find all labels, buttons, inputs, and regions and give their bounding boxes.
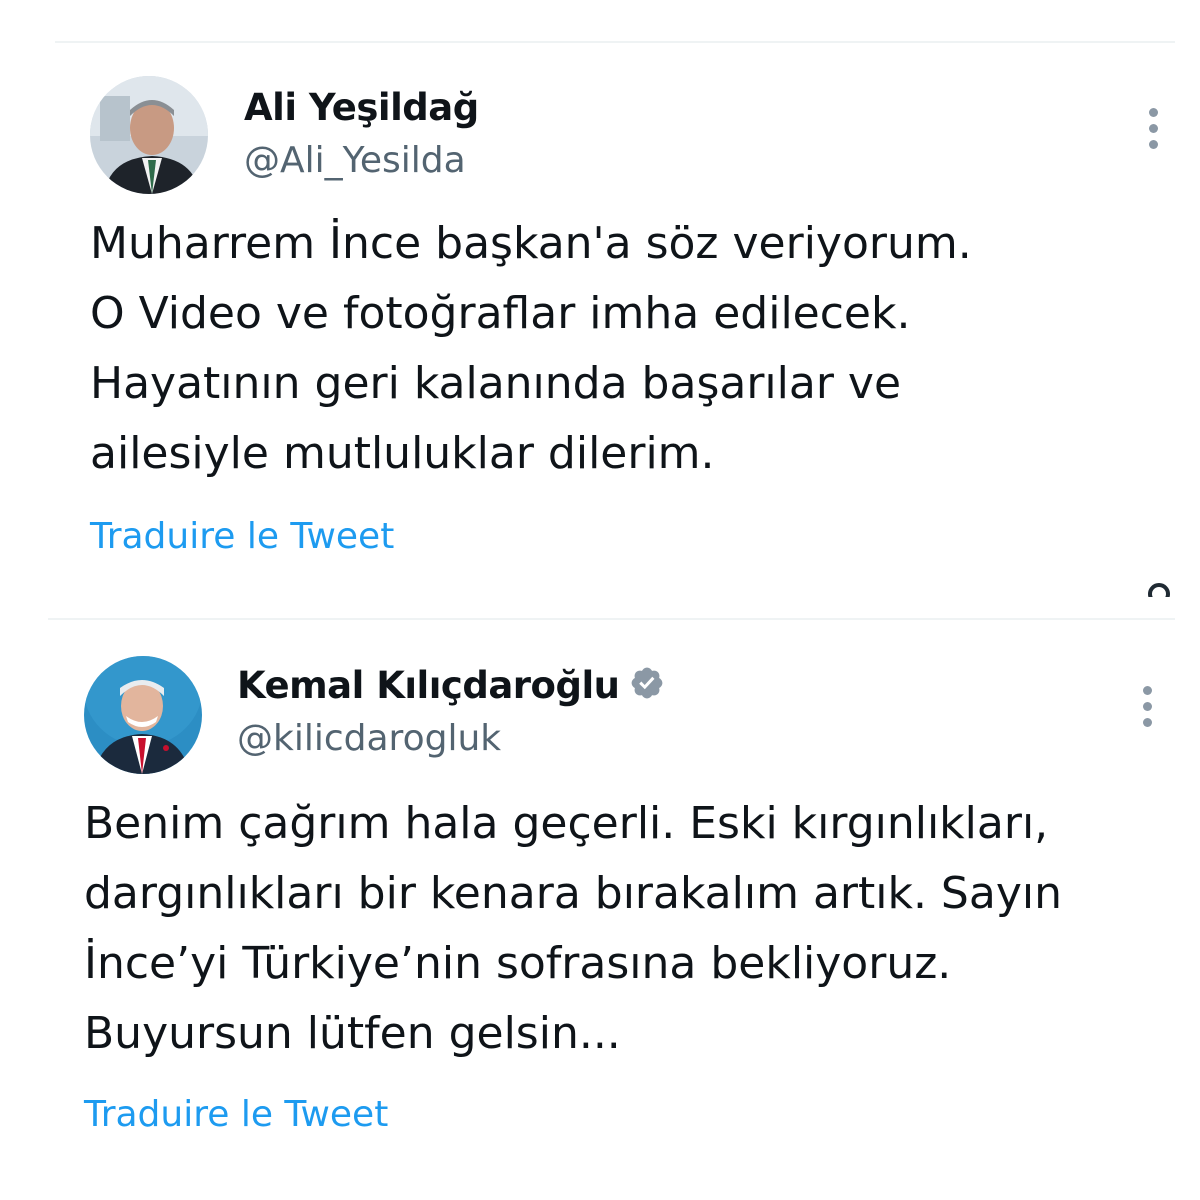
avatar-image xyxy=(84,656,202,774)
author-name[interactable]: Kemal Kılıçdaroğlu xyxy=(237,664,665,710)
avatar[interactable] xyxy=(84,656,202,774)
author-name-text[interactable]: Kemal Kılıçdaroğlu xyxy=(237,664,620,707)
tweet-text-line: Hayatının geri kalanında başarılar ve xyxy=(90,358,902,409)
tweet-text-line: ailesiyle mutluluklar dilerim. xyxy=(90,428,715,479)
tweet-text-line: Muharrem İnce başkan'a söz veriyorum. xyxy=(90,218,972,269)
author-handle[interactable]: @kilicdarogluk xyxy=(237,718,501,759)
tweet-kemal-kilicdaroglu[interactable]: Kemal Kılıçdaroğlu @kilicdarogluk Benim … xyxy=(0,620,1200,1180)
tweet-text-line: dargınlıkları bir kenara bırakalım artık… xyxy=(84,868,1062,919)
tweet-text: Muharrem İnce başkan'a söz veriyorum. O … xyxy=(90,209,972,489)
translate-tweet-link[interactable]: Traduire le Tweet xyxy=(84,1094,388,1135)
partial-icon xyxy=(1148,583,1174,597)
tweet-text-line: O Video ve fotoğraflar imha edilecek. xyxy=(90,288,911,339)
tweet-text-line: Benim çağrım hala geçerli. Eski kırgınlı… xyxy=(84,798,1049,849)
author-name[interactable]: Ali Yeşildağ xyxy=(244,86,479,129)
verified-badge-icon xyxy=(629,665,665,710)
author-handle[interactable]: @Ali_Yesilda xyxy=(244,140,466,181)
avatar-image xyxy=(90,76,208,194)
tweet-text: Benim çağrım hala geçerli. Eski kırgınlı… xyxy=(84,789,1062,1069)
tweet-ali-yesildag[interactable]: Ali Yeşildağ @Ali_Yesilda Muharrem İnce … xyxy=(0,0,1200,600)
more-vertical-icon[interactable] xyxy=(1140,686,1154,734)
translate-tweet-link[interactable]: Traduire le Tweet xyxy=(90,516,394,557)
avatar[interactable] xyxy=(90,76,208,194)
tweet-text-line: İnce’yi Türkiye’nin sofrasına bekliyoruz… xyxy=(84,938,952,989)
more-vertical-icon[interactable] xyxy=(1146,108,1160,156)
tweet-text-line: Buyursun lütfen gelsin... xyxy=(84,1008,621,1059)
